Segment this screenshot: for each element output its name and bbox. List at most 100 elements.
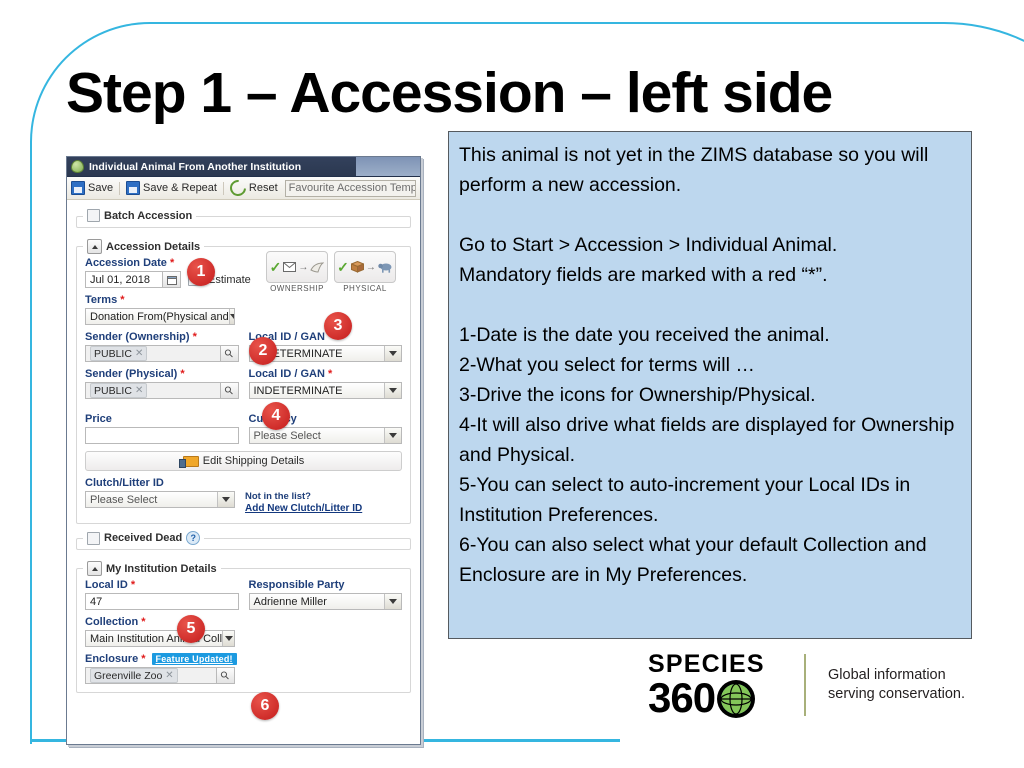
batch-accession-checkbox[interactable]	[87, 209, 100, 222]
price-label: Price	[85, 413, 112, 425]
callout-2: 2	[249, 337, 277, 365]
search-icon[interactable]: ⚲	[216, 668, 234, 683]
window-toolbar: Save Save & Repeat Reset Favourite Acces…	[67, 176, 420, 200]
accession-details-fieldset: Accession Details ✓ → OWNERSHIP ✓ → PHYS…	[76, 239, 411, 524]
currency-value: Please Select	[253, 429, 321, 442]
accession-details-label: Accession Details	[106, 240, 201, 253]
instruction-line-3: Mandatory fields are marked with a red “…	[459, 264, 828, 286]
chevron-down-icon	[222, 631, 234, 646]
collection-label: Collection *	[85, 616, 146, 628]
sender-physical-value: PUBLIC	[94, 384, 132, 397]
clutch-litter-id-select[interactable]: Please Select	[85, 491, 235, 508]
logo-tagline: Global information serving conservation.	[828, 666, 965, 704]
sender-physical-label: Sender (Physical) *	[85, 368, 185, 380]
enclosure-input[interactable]: Greenville Zoo ✕ ⚲	[85, 667, 235, 684]
sender-physical-input[interactable]: PUBLIC ✕ ⚲	[85, 382, 239, 399]
envelope-icon	[283, 262, 297, 272]
ownership-group: ✓ → OWNERSHIP	[266, 251, 328, 293]
remove-chip-icon[interactable]: ✕	[165, 670, 173, 681]
terms-label: Terms *	[85, 294, 125, 306]
instruction-spacer-2	[459, 290, 961, 320]
callout-1: 1	[187, 258, 215, 286]
zims-accession-window: Individual Animal From Another Instituti…	[66, 156, 421, 745]
sender-physical-chip: PUBLIC ✕	[90, 383, 148, 398]
sender-ownership-label: Sender (Ownership) *	[85, 331, 197, 343]
reset-button-label: Reset	[248, 182, 278, 194]
local-id-value: 47	[90, 595, 103, 608]
save-icon	[125, 181, 140, 195]
physical-caption: PHYSICAL	[343, 284, 387, 293]
received-dead-fieldset: Received Dead ?	[76, 531, 411, 550]
window-titlebar: Individual Animal From Another Instituti…	[67, 157, 420, 177]
favourite-template-select[interactable]: Favourite Accession Templ	[284, 179, 416, 197]
enclosure-chip: Greenville Zoo ✕	[90, 668, 178, 683]
page-title: Step 1 – Accession – left side	[66, 61, 833, 125]
callout-5: 5	[177, 615, 205, 643]
calendar-icon[interactable]	[162, 272, 180, 287]
reset-button[interactable]: Reset	[226, 176, 278, 200]
remove-chip-icon[interactable]: ✕	[135, 385, 143, 396]
physical-group: ✓ → PHYSICAL	[334, 251, 396, 293]
animal-icon	[378, 263, 392, 273]
instruction-line-5: 2-What you select for terms will …	[459, 354, 755, 376]
add-new-clutch-link[interactable]: Add New Clutch/Litter ID	[245, 503, 362, 515]
responsible-party-value: Adrienne Miller	[253, 595, 327, 608]
clutch-litter-id-value: Please Select	[90, 493, 158, 506]
terms-select[interactable]: Donation From(Physical and	[85, 308, 235, 325]
collection-select[interactable]: Main Institution Animal Coll	[85, 630, 235, 647]
form-body: Batch Accession Accession Details ✓ → OW…	[67, 200, 420, 693]
search-icon[interactable]: ⚲	[219, 346, 238, 361]
sender-ownership-input[interactable]: PUBLIC ✕ ⚲	[85, 345, 239, 362]
my-institution-label: My Institution Details	[106, 562, 217, 575]
accession-date-input[interactable]: Jul 01, 2018	[85, 271, 181, 288]
species360-logo: SPECIES 360 Global information serving c…	[648, 648, 978, 722]
accession-date-value: Jul 01, 2018	[90, 273, 150, 286]
save-button[interactable]: Save	[71, 181, 113, 195]
search-icon[interactable]: ⚲	[219, 383, 238, 398]
local-id-label: Local ID *	[85, 579, 136, 591]
check-icon: ✓	[269, 259, 282, 275]
save-and-repeat-button[interactable]: Save & Repeat	[125, 181, 217, 195]
check-icon: ✓	[337, 259, 349, 275]
my-institution-details-fieldset: My Institution Details Local ID * 47 Res…	[76, 561, 411, 693]
instruction-line-1: This animal is not yet in the ZIMS datab…	[459, 144, 929, 196]
ownership-caption: OWNERSHIP	[270, 284, 324, 293]
ownership-physical-group: ✓ → OWNERSHIP ✓ → PHYSICAL	[266, 251, 396, 293]
remove-chip-icon[interactable]: ✕	[135, 348, 143, 359]
add-new-clutch-block: Not in the list? Add New Clutch/Litter I…	[245, 491, 362, 515]
instruction-line-7: 4-It will also drive what fields are dis…	[459, 414, 955, 466]
edit-shipping-details-button[interactable]: Edit Shipping Details	[85, 451, 402, 471]
logo-divider	[804, 654, 806, 716]
local-id-input[interactable]: 47	[85, 593, 239, 610]
reset-icon	[226, 176, 250, 200]
instruction-line-4: 1-Date is the date you received the anim…	[459, 324, 830, 346]
save-repeat-label: Save & Repeat	[142, 182, 217, 194]
price-input[interactable]	[85, 427, 239, 444]
tagline-line-2: serving conservation.	[828, 686, 966, 702]
local-id-gan-physical-select[interactable]: INDETERMINATE	[248, 382, 402, 399]
callout-4: 4	[262, 402, 290, 430]
responsible-party-select[interactable]: Adrienne Miller	[248, 593, 402, 610]
instruction-line-8: 5-You can select to auto-increment your …	[459, 474, 911, 526]
received-dead-legend: Received Dead ?	[83, 531, 205, 545]
callout-3: 3	[324, 312, 352, 340]
terms-value: Donation From(Physical and	[90, 310, 229, 323]
sender-ownership-chip: PUBLIC ✕	[90, 346, 148, 361]
my-institution-legend: My Institution Details	[83, 561, 221, 576]
logo-wordmark: SPECIES 360	[648, 651, 788, 719]
tagline-line-1: Global information	[828, 667, 946, 683]
toolbar-separator-2	[222, 181, 224, 195]
enclosure-label: Enclosure *	[85, 653, 146, 665]
ownership-button[interactable]: ✓ →	[266, 251, 328, 283]
help-icon[interactable]: ?	[186, 531, 201, 545]
physical-button[interactable]: ✓ →	[334, 251, 396, 283]
arrow-right-icon: →	[298, 261, 309, 273]
collapse-toggle-icon[interactable]	[87, 239, 102, 254]
titlebar-right-filler	[356, 157, 420, 176]
instruction-panel: This animal is not yet in the ZIMS datab…	[448, 131, 972, 639]
local-id-gan-physical-value: INDETERMINATE	[253, 384, 343, 397]
document-icon	[310, 261, 325, 273]
instruction-line-9: 6-You can also select what your default …	[459, 534, 927, 586]
collapse-toggle-icon[interactable]	[87, 561, 102, 576]
received-dead-checkbox[interactable]	[87, 531, 100, 545]
